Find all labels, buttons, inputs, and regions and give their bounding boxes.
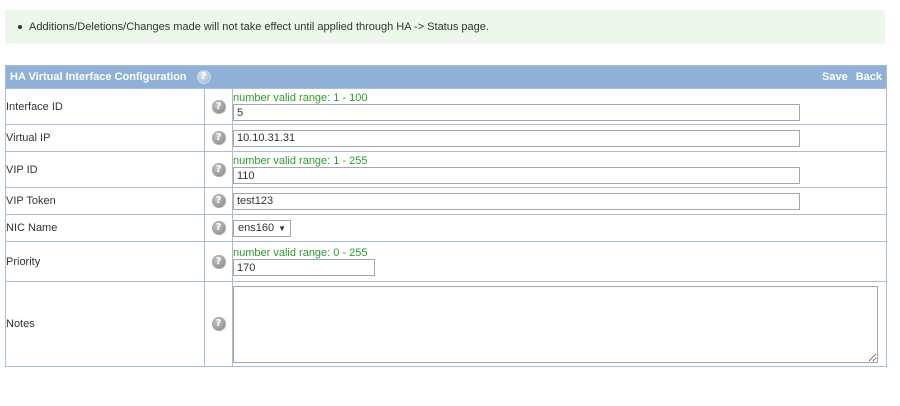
interface-id-range-hint: number valid range: 1 - 100 xyxy=(233,92,368,104)
row-vip-token: VIP Token ? xyxy=(5,187,888,215)
interface-id-input[interactable] xyxy=(233,104,800,121)
vip-token-input[interactable] xyxy=(233,192,800,210)
table-header: HA Virtual Interface Configuration ? Sav… xyxy=(4,65,888,89)
help-icon[interactable]: ? xyxy=(211,317,226,331)
back-button[interactable]: Back xyxy=(856,71,882,83)
row-priority: Priority ? number valid range: 0 - 255 xyxy=(5,241,888,282)
vip-id-range-hint: number valid range: 1 - 255 xyxy=(233,155,368,167)
header-cell: HA Virtual Interface Configuration ? Sav… xyxy=(4,65,888,89)
bullet xyxy=(18,25,22,29)
help-icon[interactable]: ? xyxy=(211,221,226,235)
virtual-ip-input[interactable] xyxy=(233,129,800,147)
config-table: HA Virtual Interface Configuration ? Sav… xyxy=(4,65,888,367)
help-icon[interactable]: ? xyxy=(211,254,226,269)
row-notes: Notes ? xyxy=(5,281,888,367)
help-icon[interactable]: ? xyxy=(211,162,226,177)
vip-id-label: VIP ID xyxy=(5,151,205,188)
help-icon[interactable]: ? xyxy=(211,99,226,114)
virtual-ip-label: Virtual IP xyxy=(5,124,205,152)
help-icon[interactable]: ? xyxy=(211,194,226,208)
nic-name-select[interactable]: ens160 ▼ xyxy=(233,219,292,237)
page-title: HA Virtual Interface Configuration xyxy=(10,71,187,83)
priority-label: Priority xyxy=(5,241,205,282)
interface-id-label: Interface ID xyxy=(5,88,205,125)
priority-range-hint: number valid range: 0 - 255 xyxy=(233,247,368,259)
row-nic-name: NIC Name ? ens160 ▼ xyxy=(5,214,888,242)
row-virtual-ip: Virtual IP ? xyxy=(5,124,888,152)
row-interface-id: Interface ID ? number valid range: 1 - 1… xyxy=(5,88,888,125)
notes-textarea[interactable] xyxy=(233,285,878,363)
notes-label: Notes xyxy=(5,281,205,367)
nic-name-value: ens160 xyxy=(238,222,275,234)
vip-token-label: VIP Token xyxy=(5,187,205,215)
priority-input[interactable] xyxy=(233,259,375,276)
notice-banner: Additions/Deletions/Changes made will no… xyxy=(5,10,885,44)
help-icon[interactable]: ? xyxy=(211,131,226,145)
vip-id-input[interactable] xyxy=(233,167,800,184)
help-icon[interactable]: ? xyxy=(196,70,211,84)
chevron-down-icon: ▼ xyxy=(278,223,287,233)
nic-name-label: NIC Name xyxy=(5,214,205,242)
row-vip-id: VIP ID ? number valid range: 1 - 255 xyxy=(5,151,888,188)
save-button[interactable]: Save xyxy=(822,71,848,83)
notice-text: Additions/Deletions/Changes made will no… xyxy=(29,21,489,33)
